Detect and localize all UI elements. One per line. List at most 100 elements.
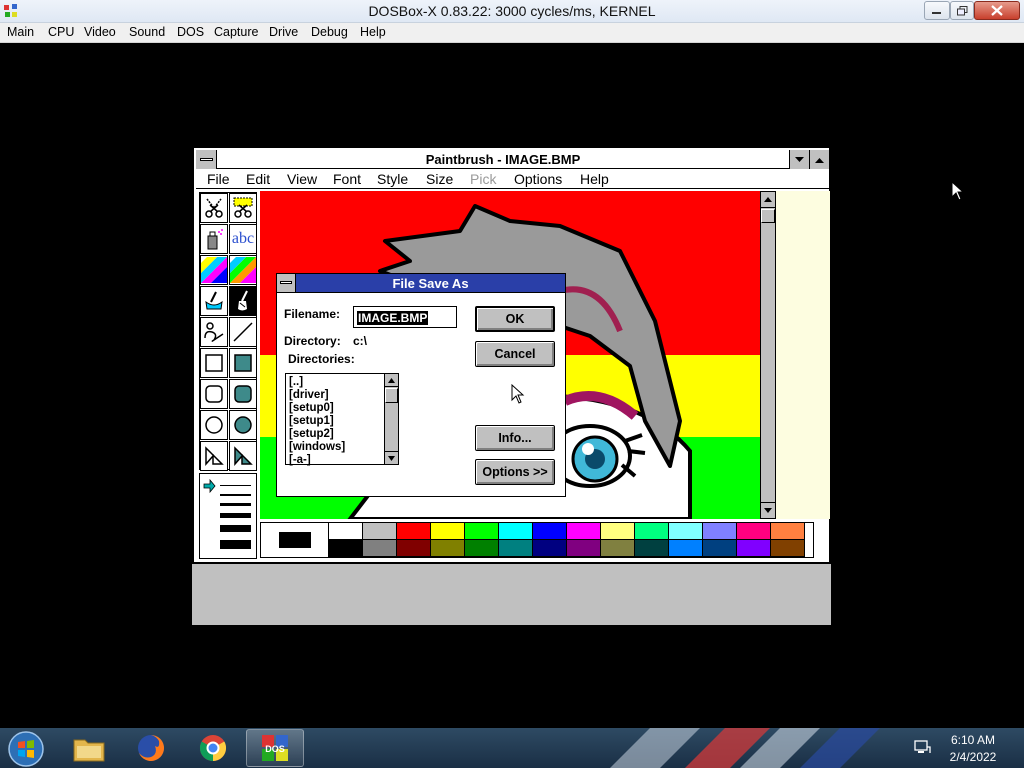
palette-color-swatch[interactable] [499,523,533,540]
tool-curve[interactable] [200,317,228,347]
menu-edit[interactable]: Edit [246,171,270,187]
scroll-up-button[interactable] [761,192,775,208]
taskbar-chrome-button[interactable] [184,729,242,767]
ok-button[interactable]: OK [475,306,555,332]
palette-color-swatch[interactable] [635,523,669,540]
palette-color-swatch[interactable] [601,540,635,557]
host-menu-main[interactable]: Main [7,25,34,39]
menu-pick[interactable]: Pick [470,171,496,187]
directory-item[interactable]: [..] [289,376,303,389]
tool-text[interactable]: abc [229,224,257,254]
cancel-button[interactable]: Cancel [475,341,555,367]
clock-date[interactable]: 2/4/2022 [930,750,1016,764]
info-button[interactable]: Info... [475,425,555,451]
host-close-button[interactable] [974,1,1020,20]
directory-item[interactable]: [setup2] [289,428,334,441]
menu-size[interactable]: Size [426,171,453,187]
host-menu-drive[interactable]: Drive [269,25,298,39]
tool-filled-polygon[interactable] [229,441,257,471]
palette-color-swatch[interactable] [533,540,567,557]
palette-color-swatch[interactable] [567,523,601,540]
host-minimize-button[interactable] [924,1,950,20]
tool-brush[interactable] [229,286,257,316]
scroll-thumb[interactable] [385,388,398,403]
scroll-up-button[interactable] [385,374,398,387]
paintbrush-minimize-button[interactable] [789,150,809,169]
tool-box[interactable] [200,348,228,378]
tool-filled-box[interactable] [229,348,257,378]
canvas-vertical-scrollbar[interactable] [760,191,776,519]
menu-view[interactable]: View [287,171,317,187]
host-menu-cpu[interactable]: CPU [48,25,74,39]
taskbar-firefox-button[interactable] [122,729,180,767]
directories-listbox[interactable]: [..] [driver] [setup0] [setup1] [setup2]… [285,373,399,467]
paintbrush-maximize-button[interactable] [809,150,829,169]
tool-scissors-box[interactable] [229,193,257,223]
tool-rounded-box[interactable] [200,379,228,409]
palette-color-swatch[interactable] [363,540,397,557]
palette-color-swatch[interactable] [431,540,465,557]
palette-color-swatch[interactable] [601,523,635,540]
taskbar-dosbox-button[interactable]: DOS [246,729,304,767]
palette-color-swatch[interactable] [771,523,805,540]
tool-polygon[interactable] [200,441,228,471]
paintbrush-system-menu-button[interactable] [196,150,217,169]
palette-color-swatch[interactable] [329,540,363,557]
menu-help[interactable]: Help [580,171,609,187]
tool-line[interactable] [229,317,257,347]
palette-color-swatch[interactable] [669,540,703,557]
directory-item[interactable]: [setup1] [289,415,334,428]
palette-color-swatch[interactable] [431,523,465,540]
host-menu-sound[interactable]: Sound [129,25,165,39]
directory-item[interactable]: [-a-] [289,454,311,467]
host-menu-dos[interactable]: DOS [177,25,204,39]
menu-font[interactable]: Font [333,171,361,187]
host-menu-video[interactable]: Video [84,25,116,39]
palette-color-swatch[interactable] [499,540,533,557]
palette-color-swatch[interactable] [737,540,771,557]
filename-input[interactable]: IMAGE.BMP [353,306,457,328]
start-button[interactable] [8,731,44,767]
directory-item[interactable]: [driver] [289,389,329,402]
palette-color-swatch[interactable] [363,523,397,540]
host-restore-button[interactable] [950,1,974,20]
tool-filled-circle[interactable] [229,410,257,440]
tool-filled-rounded-box[interactable] [229,379,257,409]
palette-color-swatch[interactable] [635,540,669,557]
palette-color-swatch[interactable] [397,540,431,557]
taskbar-explorer-button[interactable] [60,729,118,767]
tool-paint-roller[interactable] [200,286,228,316]
palette-color-swatch[interactable] [771,540,805,557]
palette-color-swatch[interactable] [703,540,737,557]
host-menu-debug[interactable]: Debug [311,25,348,39]
palette-color-swatch[interactable] [397,523,431,540]
network-tray-icon[interactable] [913,738,931,756]
directory-item[interactable]: [setup0] [289,402,334,415]
scroll-down-button[interactable] [385,451,398,464]
palette-color-swatch[interactable] [329,523,363,540]
tool-eraser[interactable] [229,255,257,285]
clock-time[interactable]: 6:10 AM [930,733,1016,747]
line-width-box[interactable] [199,473,257,559]
host-menu-capture[interactable]: Capture [214,25,258,39]
host-menu-help[interactable]: Help [360,25,386,39]
scroll-down-button[interactable] [761,502,775,518]
menu-file[interactable]: File [207,171,230,187]
palette-color-swatch[interactable] [465,523,499,540]
menu-style[interactable]: Style [377,171,408,187]
options-button[interactable]: Options >> [475,459,555,485]
tool-scissors-free[interactable] [200,193,228,223]
directory-item[interactable]: [windows] [289,441,345,454]
palette-color-swatch[interactable] [533,523,567,540]
scroll-thumb[interactable] [761,209,775,223]
tool-color-eraser[interactable] [200,255,228,285]
menu-options[interactable]: Options [514,171,562,187]
tool-airbrush[interactable] [200,224,228,254]
palette-color-swatch[interactable] [703,523,737,540]
dialog-system-menu-button[interactable] [277,274,296,292]
palette-color-swatch[interactable] [465,540,499,557]
palette-color-swatch[interactable] [567,540,601,557]
directories-scrollbar[interactable] [384,374,398,464]
palette-color-swatch[interactable] [669,523,703,540]
tool-circle[interactable] [200,410,228,440]
